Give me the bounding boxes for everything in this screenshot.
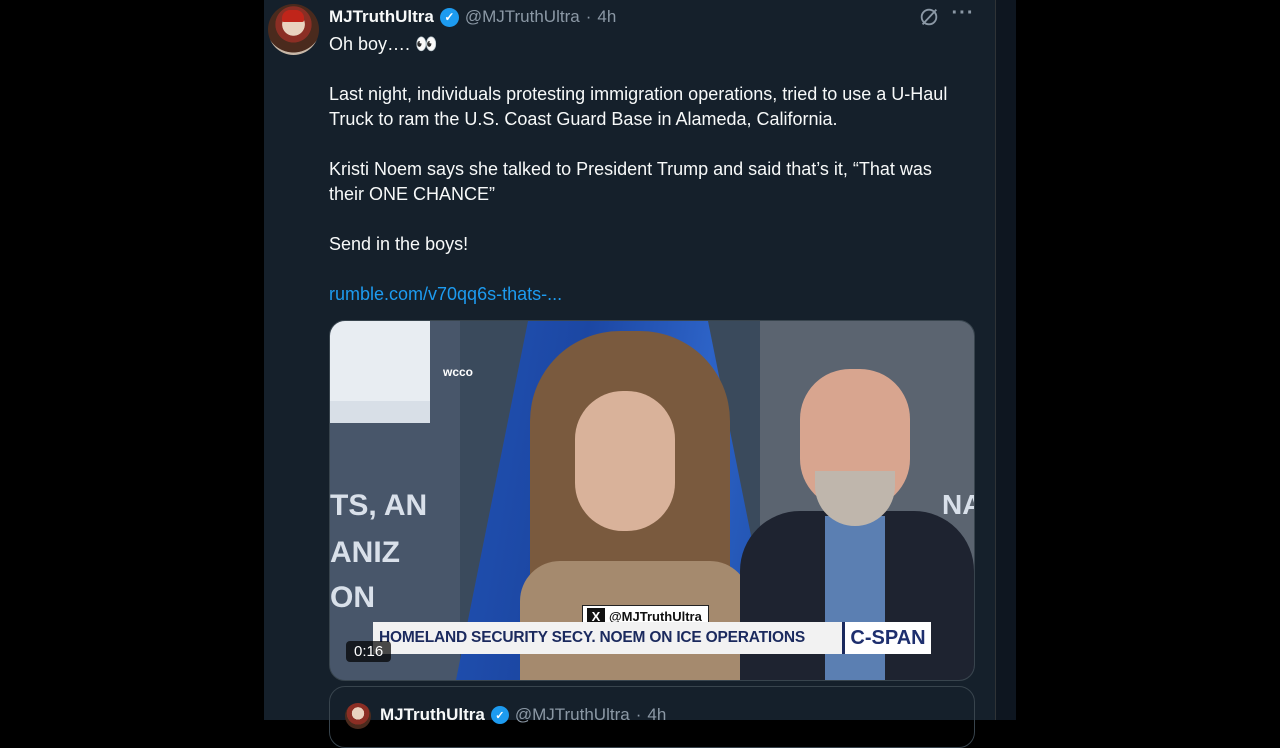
quoted-tweet[interactable]: MJTruthUltra ✓ @MJTruthUltra · 4h [329, 686, 975, 748]
tweet-body: Oh boy…. 👀 Last night, individuals prote… [329, 32, 969, 332]
tweet-paragraph: Send in the boys! [329, 234, 469, 254]
grok-icon[interactable] [918, 6, 940, 28]
quoted-header: MJTruthUltra ✓ @MJTruthUltra · 4h [380, 705, 666, 725]
author-handle[interactable]: @MJTruthUltra [465, 7, 580, 27]
tweet-paragraph: Kristi Noem says she talked to President… [329, 159, 932, 204]
avatar-hat [282, 10, 304, 22]
separator-dot: · [585, 7, 592, 26]
quoted-time: 4h [647, 705, 667, 724]
right-pane [996, 0, 1016, 720]
separator-dot: · [635, 705, 642, 724]
speaker-face [575, 391, 675, 531]
quoted-author-handle: @MJTruthUltra [514, 705, 630, 724]
video-player[interactable]: TS, AN ANIZ ON NAL wcco X @MJTruthUltra … [329, 320, 975, 681]
tweet-header: MJTruthUltra ✓ @MJTruthUltra · 4h [329, 6, 616, 28]
video-bg-bar [330, 401, 430, 423]
quoted-avatar [345, 703, 371, 729]
news-chyron: HOMELAND SECURITY SECY. NOEM ON ICE OPER… [373, 622, 845, 654]
quoted-author-name: MJTruthUltra [380, 705, 485, 724]
station-tag: wcco [443, 365, 474, 379]
author-avatar[interactable] [268, 4, 319, 55]
network-logo: C-SPAN [842, 622, 931, 654]
bystander-shirt [825, 516, 885, 680]
video-bg-text-right: NAL [942, 489, 974, 520]
more-options-icon[interactable]: ··· [951, 3, 975, 28]
video-bg-text: ON [330, 581, 375, 614]
verified-badge-icon: ✓ [490, 706, 509, 724]
tweet-paragraph: Oh boy…. 👀 [329, 34, 438, 54]
tweet-time[interactable]: 4h [597, 7, 616, 27]
verified-badge-icon: ✓ [439, 7, 459, 27]
video-duration: 0:16 [346, 641, 392, 662]
video-bg-text: ANIZ [330, 536, 400, 569]
tweet-paragraph: Last night, individuals protesting immig… [329, 84, 948, 129]
video-bg-text: TS, AN [330, 489, 428, 522]
author-name[interactable]: MJTruthUltra [329, 7, 434, 27]
tweet-link[interactable]: rumble.com/v70qq6s-thats-... [329, 284, 562, 304]
